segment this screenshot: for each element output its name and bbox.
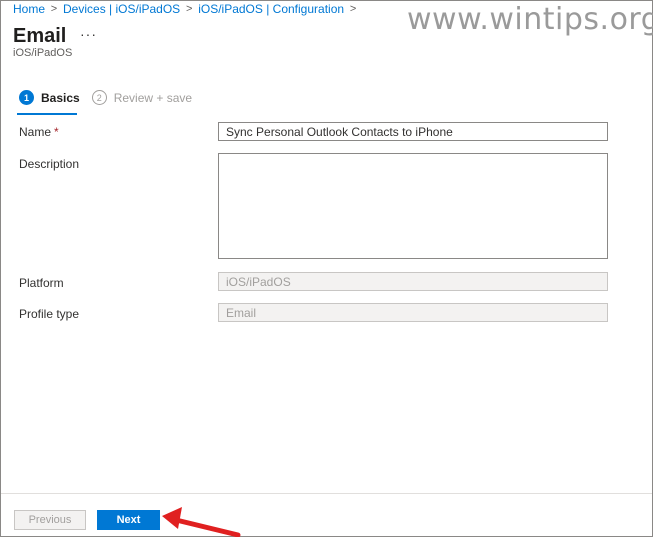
window-frame [0, 0, 653, 537]
footer-divider [1, 493, 652, 494]
page-title: Email [13, 25, 67, 47]
watermark: www.wintips.org [407, 2, 653, 37]
step-number-badge: 2 [91, 90, 107, 105]
chevron-right-icon: > [50, 3, 58, 15]
breadcrumb-ios-configuration[interactable]: iOS/iPadOS | Configuration [198, 2, 344, 16]
page-subtitle: iOS/iPadOS [13, 47, 73, 59]
required-marker: * [54, 125, 59, 139]
breadcrumb: Home > Devices | iOS/iPadOS > iOS/iPadOS… [13, 1, 362, 17]
platform-field [218, 272, 608, 291]
profile-type-field [218, 303, 608, 322]
step-number-badge: 1 [19, 90, 34, 105]
next-button[interactable]: Next [97, 510, 160, 530]
active-step-indicator [17, 113, 77, 115]
profile-type-label: Profile type [19, 307, 80, 321]
annotation-arrow-icon [162, 507, 241, 537]
name-label-text: Name [19, 125, 52, 139]
chevron-right-icon: > [349, 3, 357, 15]
description-label: Description [19, 157, 80, 171]
platform-label: Platform [19, 276, 64, 290]
chevron-right-icon: > [185, 3, 193, 15]
more-options-icon[interactable]: ··· [80, 26, 97, 42]
name-input[interactable] [218, 122, 608, 141]
step-review-save[interactable]: 2 Review + save [91, 90, 193, 105]
breadcrumb-home[interactable]: Home [13, 2, 45, 16]
name-label: Name * [19, 125, 59, 139]
step-basics[interactable]: 1 Basics [19, 90, 80, 105]
breadcrumb-devices-ios[interactable]: Devices | iOS/iPadOS [63, 2, 180, 16]
step-label: Basics [41, 90, 80, 105]
description-textarea[interactable] [218, 153, 608, 259]
previous-button[interactable]: Previous [14, 510, 86, 530]
wizard-steps: 1 Basics 2 Review + save [19, 90, 204, 105]
step-label: Review + save [113, 90, 193, 105]
